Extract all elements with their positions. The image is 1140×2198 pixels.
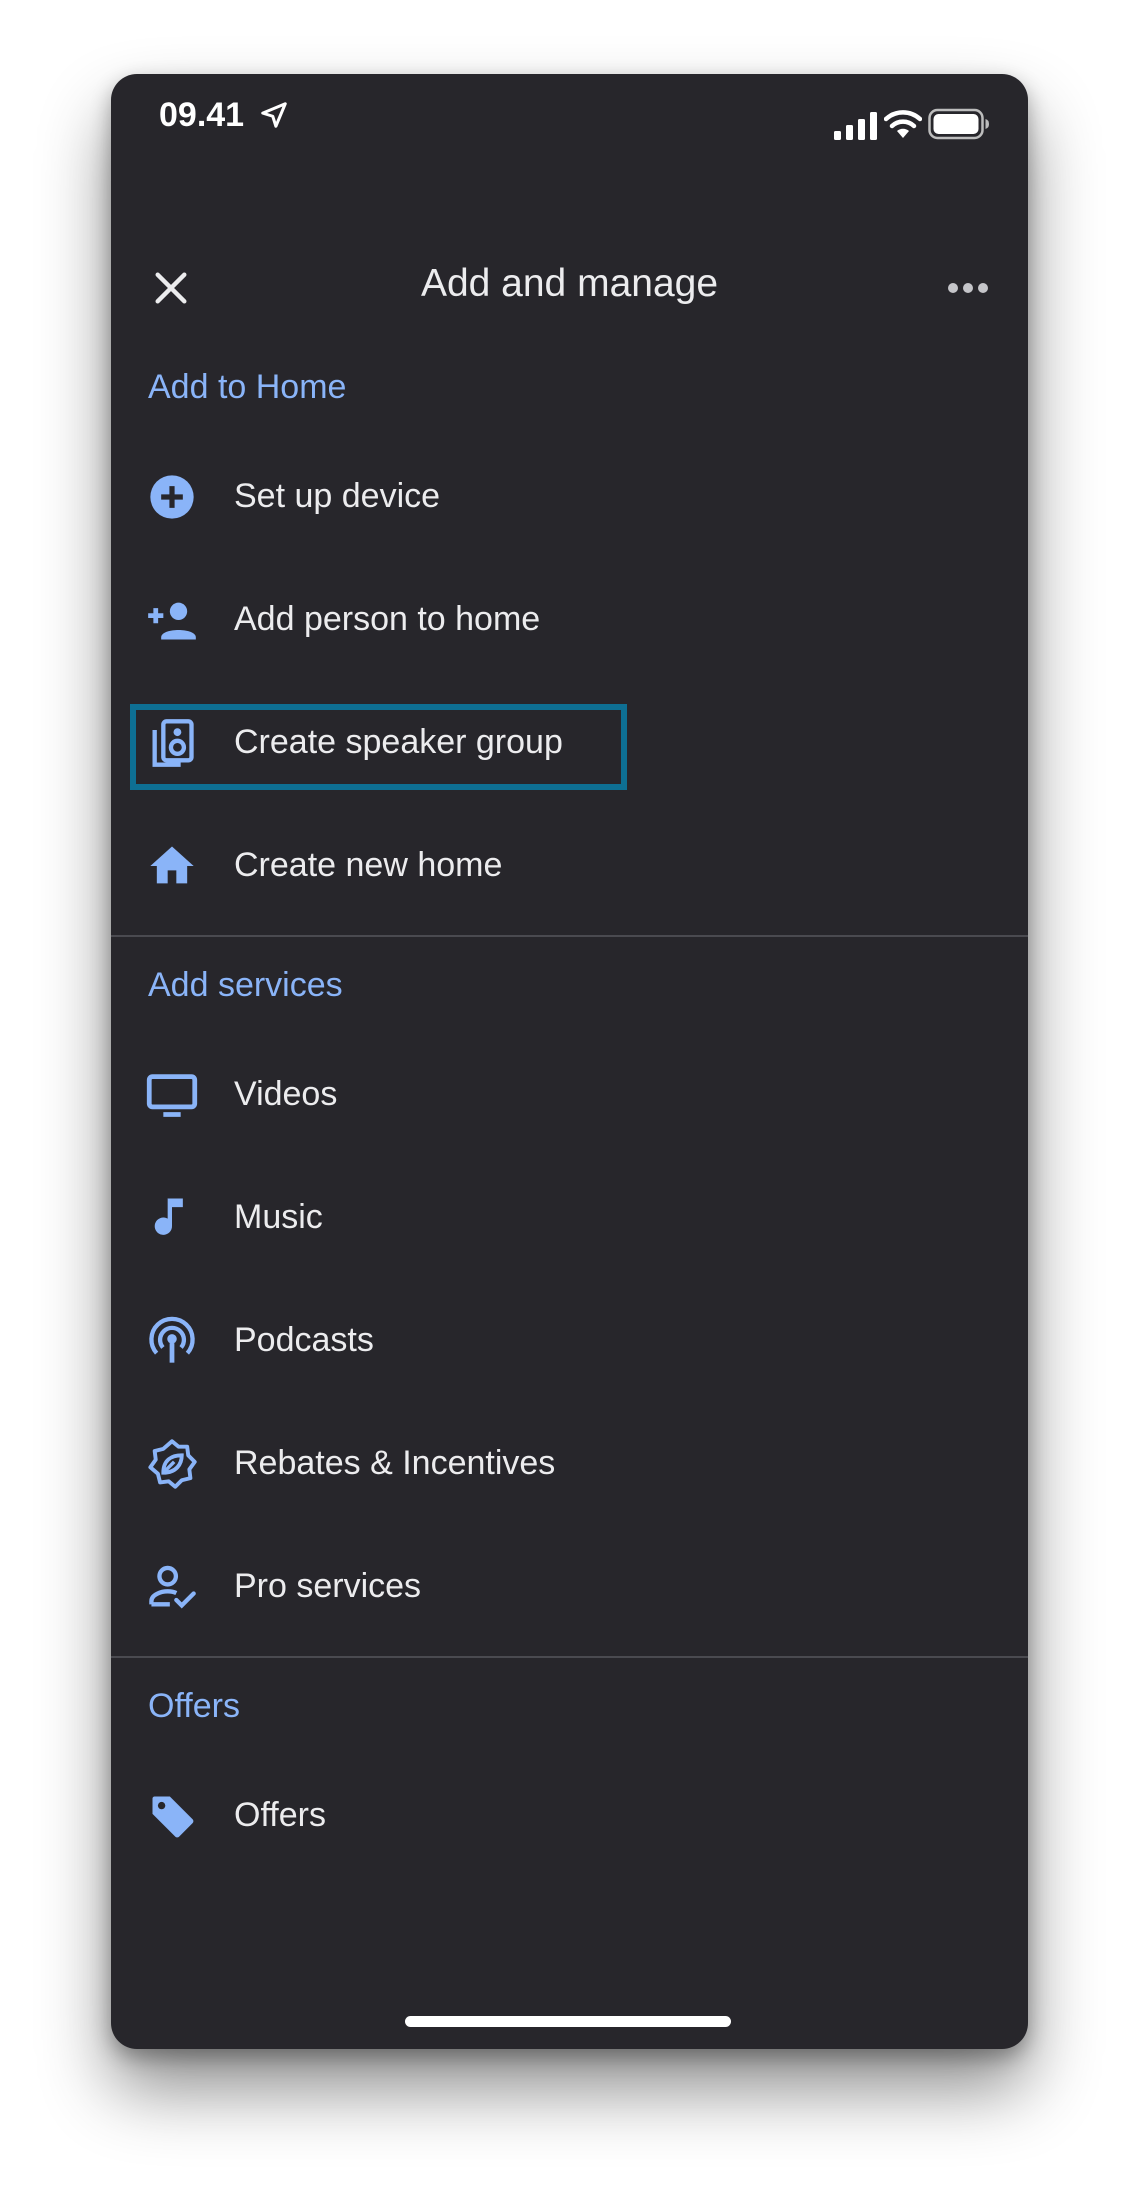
tv-icon bbox=[146, 1069, 198, 1121]
menu-item-label: Podcasts bbox=[234, 1321, 374, 1359]
section-header-offers: Offers bbox=[148, 1687, 240, 1725]
location-arrow-icon bbox=[261, 102, 287, 128]
menu-item-offers[interactable]: Offers bbox=[111, 1754, 1028, 1877]
menu-list: Add to Home Set up device Add person to … bbox=[111, 339, 1028, 1877]
app-bar: Add and manage bbox=[111, 244, 1028, 344]
status-time: 09.41 bbox=[159, 96, 245, 134]
menu-item-set-up-device[interactable]: Set up device bbox=[111, 435, 1028, 558]
menu-item-label: Create new home bbox=[234, 846, 503, 884]
section-header-add-services: Add services bbox=[148, 966, 343, 1004]
phone-screen: 09.41 Add and manage Add to Home Set up … bbox=[111, 74, 1028, 2049]
menu-item-label: Create speaker group bbox=[234, 723, 563, 761]
home-indicator[interactable] bbox=[405, 2016, 731, 2027]
menu-item-pro-services[interactable]: Pro services bbox=[111, 1525, 1028, 1648]
menu-item-label: Rebates & Incentives bbox=[234, 1444, 556, 1482]
menu-item-rebates-incentives[interactable]: Rebates & Incentives bbox=[111, 1402, 1028, 1525]
speaker-group-icon bbox=[146, 717, 198, 769]
more-horizontal-icon bbox=[948, 283, 988, 293]
menu-item-label: Set up device bbox=[234, 477, 441, 515]
cellular-signal-icon bbox=[834, 112, 877, 140]
section-header-add-to-home: Add to Home bbox=[148, 368, 347, 406]
menu-item-podcasts[interactable]: Podcasts bbox=[111, 1279, 1028, 1402]
page-title: Add and manage bbox=[420, 262, 719, 305]
music-note-icon bbox=[146, 1192, 198, 1244]
home-icon bbox=[146, 840, 198, 892]
person-add-icon bbox=[146, 594, 198, 646]
menu-item-create-speaker-group[interactable]: Create speaker group bbox=[111, 681, 1028, 804]
add-circle-icon bbox=[146, 471, 198, 523]
tag-icon bbox=[146, 1790, 198, 1842]
wifi-icon bbox=[884, 110, 922, 138]
menu-item-music[interactable]: Music bbox=[111, 1156, 1028, 1279]
rebate-badge-icon bbox=[146, 1438, 198, 1490]
status-bar: 09.41 bbox=[111, 74, 1028, 184]
menu-item-add-person[interactable]: Add person to home bbox=[111, 558, 1028, 681]
menu-item-videos[interactable]: Videos bbox=[111, 1033, 1028, 1156]
menu-item-label: Music bbox=[234, 1198, 323, 1236]
menu-item-create-new-home[interactable]: Create new home bbox=[111, 804, 1028, 927]
menu-item-label: Pro services bbox=[234, 1567, 422, 1605]
battery-icon bbox=[928, 108, 989, 140]
menu-item-label: Offers bbox=[234, 1796, 326, 1834]
person-check-icon bbox=[146, 1561, 198, 1613]
more-options-button[interactable] bbox=[928, 248, 1008, 328]
menu-item-label: Add person to home bbox=[234, 600, 541, 638]
menu-item-label: Videos bbox=[234, 1075, 338, 1113]
podcast-icon bbox=[146, 1315, 198, 1367]
